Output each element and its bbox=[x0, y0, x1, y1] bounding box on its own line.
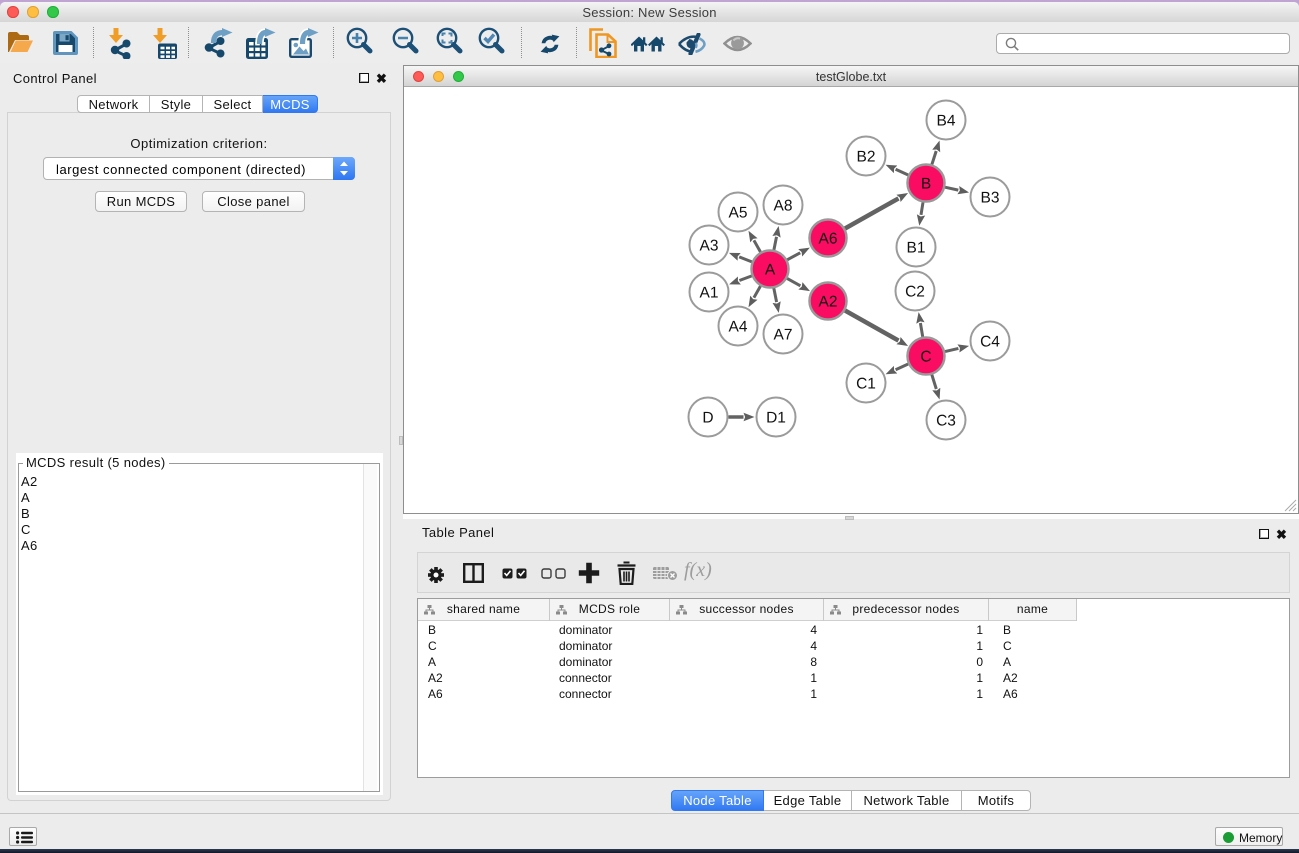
svg-text:B: B bbox=[921, 176, 931, 193]
svg-text:A7: A7 bbox=[774, 327, 793, 344]
svg-text:B1: B1 bbox=[907, 240, 926, 257]
svg-text:C4: C4 bbox=[980, 334, 1000, 351]
svg-text:B3: B3 bbox=[981, 190, 1000, 207]
svg-text:D1: D1 bbox=[766, 410, 786, 427]
svg-text:A4: A4 bbox=[729, 319, 748, 336]
svg-text:B4: B4 bbox=[937, 113, 956, 130]
svg-text:A3: A3 bbox=[700, 238, 719, 255]
svg-text:C: C bbox=[920, 349, 931, 366]
svg-text:C3: C3 bbox=[936, 413, 956, 430]
svg-text:C2: C2 bbox=[905, 284, 925, 301]
svg-text:A2: A2 bbox=[819, 294, 838, 311]
svg-text:C1: C1 bbox=[856, 376, 876, 393]
svg-text:D: D bbox=[702, 410, 713, 427]
svg-text:A6: A6 bbox=[819, 231, 838, 248]
svg-text:A: A bbox=[765, 262, 776, 279]
svg-text:B2: B2 bbox=[857, 149, 876, 166]
svg-text:A1: A1 bbox=[700, 285, 719, 302]
svg-text:A5: A5 bbox=[729, 205, 748, 222]
svg-text:A8: A8 bbox=[774, 198, 793, 215]
